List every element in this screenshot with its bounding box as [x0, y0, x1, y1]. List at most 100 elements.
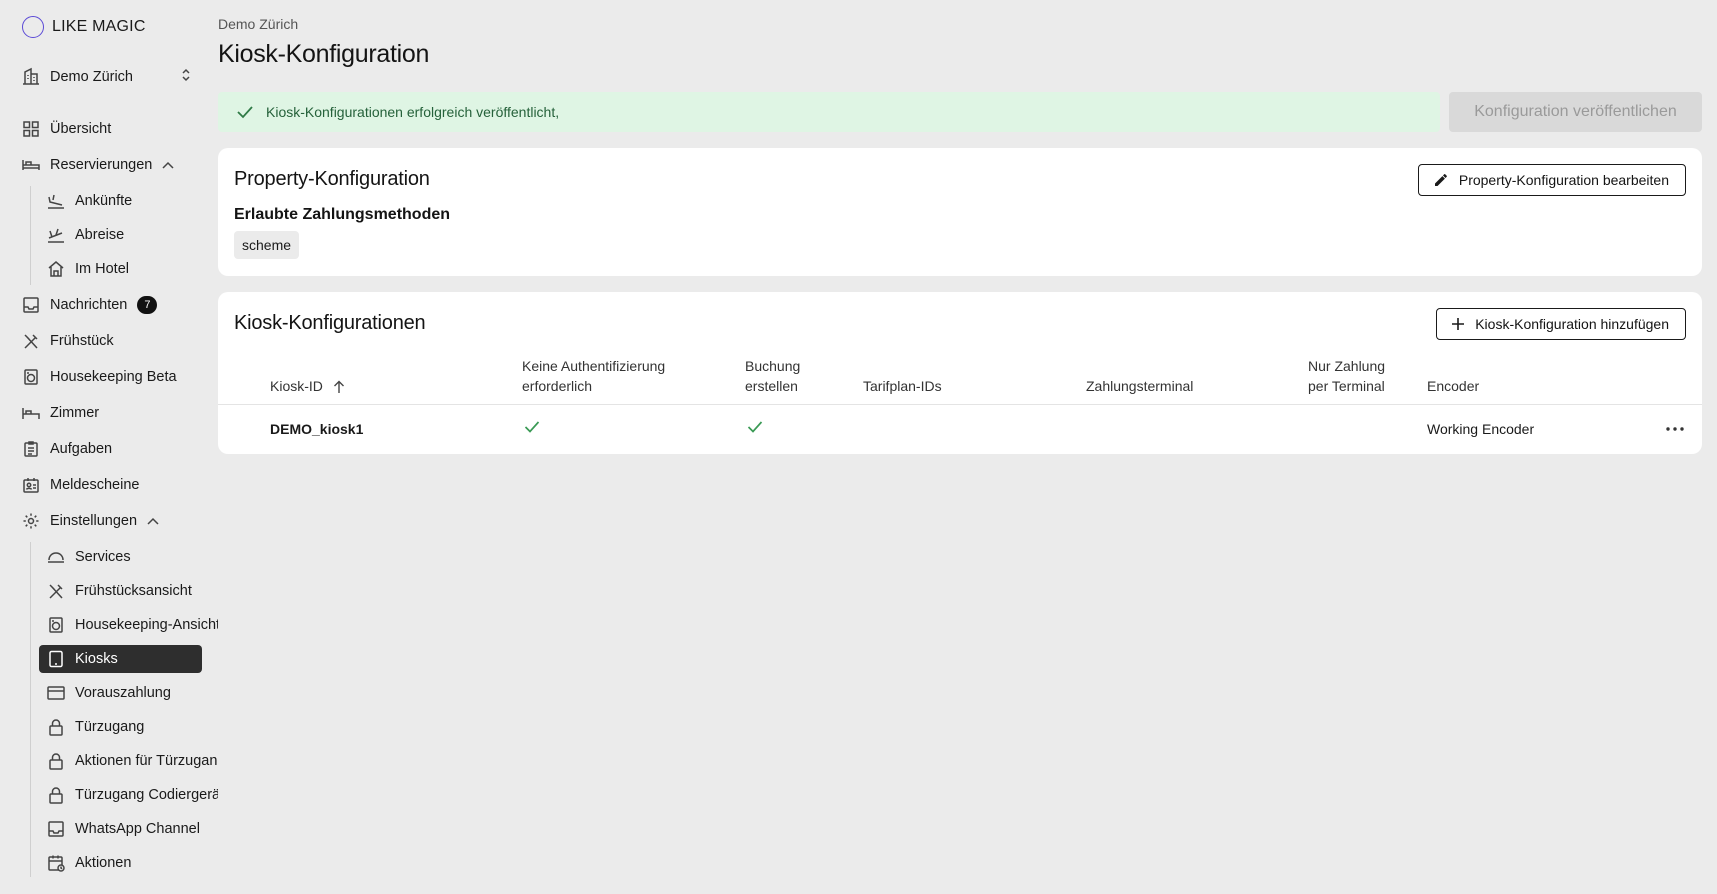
sidebar-item-label: Übersicht [50, 121, 112, 137]
sidebar-item-departures[interactable]: Abreise [46, 221, 124, 249]
column-header-rate-plan-ids: Tarifplan-IDs [863, 378, 942, 394]
submenu-divider [30, 542, 31, 877]
inbox-icon [21, 295, 41, 315]
sidebar-item-label: Ankünfte [75, 193, 133, 209]
kiosk-configs-card: Kiosk-Konfigurationen Kiosk-Konfiguratio… [218, 292, 1702, 454]
alert-message: Kiosk-Konfigurationen erfolgreich veröff… [266, 104, 560, 120]
sidebar-item-settings[interactable]: Einstellungen [21, 507, 159, 535]
button-label: Property-Konfiguration bearbeiten [1458, 172, 1669, 188]
column-label: erstellen [745, 378, 798, 394]
bed-icon [21, 403, 41, 423]
check-icon [236, 105, 254, 119]
publish-configuration-button[interactable]: Konfiguration veröffentlichen [1449, 92, 1702, 132]
sidebar-item-label: Kiosks [75, 651, 118, 667]
success-alert: Kiosk-Konfigurationen erfolgreich veröff… [218, 92, 1440, 132]
plus-icon [1451, 317, 1465, 331]
column-header-payment-terminal: Zahlungsterminal [1086, 378, 1194, 394]
sidebar-item-label: Meldescheine [50, 477, 140, 493]
building-icon [20, 66, 42, 88]
cell-encoder: Working Encoder [1427, 421, 1535, 437]
tablet-icon [46, 649, 66, 669]
plane-takeoff-icon [46, 225, 66, 245]
column-header-kiosk-id[interactable]: Kiosk-ID [270, 376, 345, 396]
sidebar-item-label: Services [75, 549, 131, 565]
sidebar-item-door-access-actions[interactable]: Aktionen für Türzugang [46, 747, 218, 775]
property-config-card: Property-Konfiguration Property-Konfigur… [218, 148, 1702, 276]
unread-count-badge: 7 [137, 296, 158, 314]
sidebar-item-label: Vorauszahlung [75, 685, 171, 701]
sidebar-item-services[interactable]: Services [46, 543, 131, 571]
clipboard-icon [21, 439, 41, 459]
washing-machine-icon [46, 615, 66, 635]
sidebar-item-kiosks[interactable]: Kiosks [39, 645, 202, 673]
sidebar-item-label: Housekeeping Beta [50, 369, 177, 385]
sidebar-item-overview[interactable]: Übersicht [21, 115, 111, 143]
credit-card-icon [46, 683, 66, 703]
more-options-icon[interactable] [1664, 419, 1686, 439]
calendar-clock-icon [46, 853, 66, 873]
sidebar-item-label: Aktionen [75, 855, 132, 871]
sidebar-item-label: Housekeeping-Ansicht [75, 617, 218, 633]
bed-icon [21, 155, 41, 175]
submenu-divider [30, 186, 31, 285]
logo: LIKE MAGIC [22, 15, 146, 39]
sidebar-item-housekeeping[interactable]: Housekeeping Beta [21, 363, 177, 391]
sidebar-item-label: Frühstücksansicht [75, 583, 192, 599]
grid-icon [21, 119, 41, 139]
column-label: Keine Authentifizierung [522, 358, 666, 374]
sidebar-item-door-access-encoder[interactable]: Türzugang Codiergerä [46, 781, 218, 809]
chevron-up-icon [162, 161, 174, 169]
sidebar-item-label: Im Hotel [75, 261, 129, 277]
property-switcher[interactable]: Demo Zürich [20, 64, 192, 90]
sidebar-item-actions[interactable]: Aktionen [46, 849, 131, 877]
kiosk-configs-title: Kiosk-Konfigurationen [234, 312, 426, 334]
sidebar-item-in-house[interactable]: Im Hotel [46, 255, 129, 283]
page-title: Kiosk-Konfiguration [218, 40, 430, 68]
chevron-up-icon [147, 517, 159, 525]
brand-name: LIKE MAGIC [52, 18, 146, 35]
sidebar: LIKE MAGIC Demo Zürich Übersicht Reservi… [0, 0, 218, 894]
gear-icon [21, 511, 41, 531]
property-config-title: Property-Konfiguration [234, 168, 430, 190]
sidebar-item-label: Nachrichten [50, 297, 128, 313]
sidebar-item-label: Reservierungen [50, 157, 153, 173]
logo-circle-icon [22, 16, 44, 38]
pencil-icon [1433, 172, 1449, 188]
breadcrumb[interactable]: Demo Zürich [218, 16, 298, 32]
sidebar-item-label: Aufgaben [50, 441, 113, 457]
washing-machine-icon [21, 367, 41, 387]
sidebar-item-breakfast[interactable]: Frühstück [21, 327, 114, 355]
edit-property-config-button[interactable]: Property-Konfiguration bearbeiten [1417, 164, 1686, 196]
sidebar-item-reservations[interactable]: Reservierungen [21, 151, 174, 179]
sidebar-item-label: Abreise [75, 227, 125, 243]
sidebar-item-label: Türzugang [75, 719, 145, 735]
sidebar-item-registration-forms[interactable]: Meldescheine [21, 471, 139, 499]
column-label: Kiosk-ID [270, 378, 323, 394]
sidebar-item-rooms[interactable]: Zimmer [21, 399, 99, 427]
sidebar-item-label: Aktionen für Türzugang [75, 753, 218, 769]
check-icon [747, 417, 763, 437]
table-divider [218, 404, 1702, 405]
sidebar-item-tasks[interactable]: Aufgaben [21, 435, 112, 463]
sidebar-item-messages[interactable]: Nachrichten 7 [21, 291, 158, 319]
sort-ascending-icon[interactable] [333, 380, 345, 394]
sidebar-item-housekeeping-view[interactable]: Housekeeping-Ansicht [46, 611, 218, 639]
chevron-up-down-icon [180, 66, 192, 88]
button-label: Kiosk-Konfiguration hinzufügen [1475, 316, 1669, 332]
sidebar-item-arrivals[interactable]: Ankünfte [46, 187, 132, 215]
sidebar-item-label: Frühstück [50, 333, 114, 349]
payment-method-chip: scheme [234, 231, 300, 259]
sidebar-item-whatsapp[interactable]: WhatsApp Channel [46, 815, 200, 843]
home-icon [46, 259, 66, 279]
utensils-icon [46, 581, 66, 601]
sidebar-item-breakfast-view[interactable]: Frühstücksansicht [46, 577, 192, 605]
sidebar-item-label: Türzugang Codiergerä [75, 787, 218, 803]
sidebar-item-prepayment[interactable]: Vorauszahlung [46, 679, 171, 707]
sidebar-item-door-access[interactable]: Türzugang [46, 713, 144, 741]
column-label: per Terminal [1308, 378, 1385, 394]
sidebar-item-label: Zimmer [50, 405, 100, 421]
column-header-create-booking: Buchung erstellen [745, 356, 800, 396]
column-header-terminal-only: Nur Zahlung per Terminal [1308, 356, 1385, 396]
add-kiosk-config-button[interactable]: Kiosk-Konfiguration hinzufügen [1436, 308, 1686, 340]
cloche-icon [46, 547, 66, 567]
